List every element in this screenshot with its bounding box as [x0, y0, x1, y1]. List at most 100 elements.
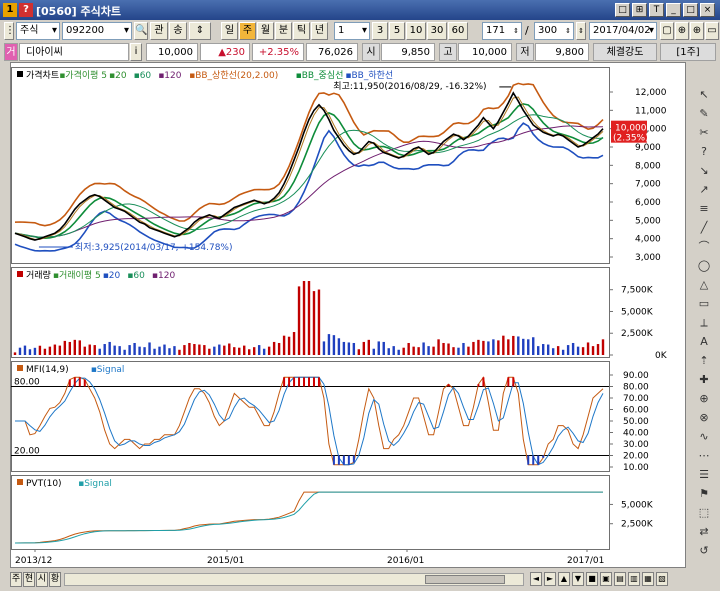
draw-tool-4-icon[interactable]: ↘	[694, 162, 714, 180]
period-minute[interactable]: 분	[275, 22, 292, 40]
stock-code-input[interactable]: 092200 ▾	[62, 22, 132, 40]
draw-tool-2-icon[interactable]: ✂	[694, 124, 714, 142]
period-stepper-icon[interactable]: ⇕	[189, 22, 211, 40]
chart-ctrl-5-icon[interactable]: ▣	[600, 572, 612, 586]
chart-ctrl-8-icon[interactable]: ▦	[642, 572, 654, 586]
vol-bar	[178, 349, 181, 355]
count-total-input[interactable]: 300 ⇕	[534, 22, 574, 40]
draw-tool-19-icon[interactable]: ⋯	[694, 447, 714, 465]
chart-ctrl-3-icon[interactable]: ▼	[572, 572, 584, 586]
low-annotation: 최저:3,925(2014/03/17, +154.78%)	[75, 242, 233, 253]
period-year[interactable]: 년	[311, 22, 328, 40]
last-price-label: 10,000	[615, 124, 647, 134]
mfi-lower-label: 20.00	[14, 447, 40, 457]
tool-2-icon[interactable]: ⊕	[675, 22, 689, 40]
market-select[interactable]: 주식 ▾	[16, 22, 60, 40]
tab-status[interactable]: 황	[49, 572, 61, 587]
tab-current[interactable]: 현	[23, 572, 35, 587]
draw-tool-17-icon[interactable]: ⊗	[694, 409, 714, 427]
maximize-button[interactable]: □	[683, 3, 698, 17]
vol-bar	[228, 343, 231, 355]
chart-ctrl-4-icon[interactable]: ■	[586, 572, 598, 586]
info-button[interactable]: i	[130, 43, 142, 61]
quick-10[interactable]: 10	[406, 22, 426, 40]
draw-tool-7-icon[interactable]: ╱	[694, 219, 714, 237]
draw-tool-18-icon[interactable]: ∿	[694, 428, 714, 446]
draw-tool-12-icon[interactable]: ⟂	[694, 314, 714, 332]
minimize-button[interactable]: _	[666, 3, 681, 17]
close-button[interactable]: ×	[700, 3, 715, 17]
draw-tool-20-icon[interactable]: ☰	[694, 466, 714, 484]
period-week[interactable]: 주	[239, 22, 256, 40]
tab-weekly[interactable]: 주	[10, 572, 22, 587]
vol-bar	[507, 339, 510, 355]
draw-tool-9-icon[interactable]: ◯	[694, 257, 714, 275]
vol-bar	[203, 345, 206, 355]
vol-bar	[571, 342, 575, 355]
mfi-legend-swatch	[17, 365, 23, 371]
interval-select[interactable]: 1 ▾	[334, 22, 370, 40]
window-btn-3[interactable]: T	[649, 3, 664, 17]
x-label-3: 2017/01	[567, 556, 604, 566]
quick-5[interactable]: 5	[389, 22, 405, 40]
watch-button[interactable]: 관	[150, 22, 168, 40]
window-btn-2[interactable]: ⊞	[632, 3, 647, 17]
period-tick[interactable]: 틱	[293, 22, 310, 40]
period-month[interactable]: 월	[257, 22, 274, 40]
chart-ctrl-0-icon[interactable]: ◄	[530, 572, 542, 586]
chart-area[interactable]: 가격차트 ▪가격이평 5 ▪20 ▪60 ▪120 ▪BB_상한선(20,2.00) ▪BB…	[10, 62, 686, 568]
draw-tool-8-icon[interactable]: ⌒	[694, 238, 714, 256]
bb-middle-line	[14, 103, 604, 240]
tool-3-icon[interactable]: ⊕	[690, 22, 704, 40]
tool-4-icon[interactable]: ▭	[705, 22, 719, 40]
vol-bar	[422, 342, 425, 355]
period-day[interactable]: 일	[221, 22, 238, 40]
window-btn-1[interactable]: □	[615, 3, 630, 17]
scroll-thumb[interactable]	[425, 575, 505, 584]
count-stepper-icon[interactable]: ⇕	[576, 22, 586, 40]
draw-tool-1-icon[interactable]: ✎	[694, 105, 714, 123]
vol-bar	[148, 342, 151, 355]
count-display-input[interactable]: 171 ⇕	[482, 22, 522, 40]
date-input[interactable]: 2017/04/02 ▾	[589, 22, 657, 40]
app-icon[interactable]: 1	[3, 3, 17, 17]
draw-tool-13-icon[interactable]: A	[694, 333, 714, 351]
draw-tool-16-icon[interactable]: ⊕	[694, 390, 714, 408]
tool-1-icon[interactable]: ▢	[660, 22, 674, 40]
draw-tool-3-icon[interactable]: ?	[694, 143, 714, 161]
draw-tool-21-icon[interactable]: ⚑	[694, 485, 714, 503]
vol-bar	[581, 347, 585, 355]
draw-tool-23-icon[interactable]: ⇄	[694, 523, 714, 541]
horizontal-scrollbar[interactable]	[64, 573, 524, 586]
draw-tool-24-icon[interactable]: ↺	[694, 542, 714, 560]
draw-tool-15-icon[interactable]: ✚	[694, 371, 714, 389]
send-button[interactable]: 송	[169, 22, 187, 40]
chart-ctrl-9-icon[interactable]: ▧	[656, 572, 668, 586]
quick-3[interactable]: 3	[372, 22, 388, 40]
vol-bar	[248, 349, 251, 355]
quick-60[interactable]: 60	[448, 22, 468, 40]
draw-tool-5-icon[interactable]: ↗	[694, 181, 714, 199]
tab-market[interactable]: 시	[36, 572, 48, 587]
chart-ctrl-7-icon[interactable]: ▥	[628, 572, 640, 586]
help-icon[interactable]: ?	[19, 3, 33, 17]
chart-ctrl-1-icon[interactable]: ►	[544, 572, 556, 586]
draw-tool-0-icon[interactable]: ↖	[694, 86, 714, 104]
chart-ctrl-6-icon[interactable]: ▤	[614, 572, 626, 586]
vol-bar	[277, 342, 281, 355]
vol-bar	[537, 346, 540, 355]
draw-tool-10-icon[interactable]: △	[694, 276, 714, 294]
ma60-line	[14, 114, 604, 238]
draw-tool-11-icon[interactable]: ▭	[694, 295, 714, 313]
chart-svg[interactable]: 가격차트 ▪가격이평 5 ▪20 ▪60 ▪120 ▪BB_상한선(20,2.00) ▪BB…	[11, 63, 687, 569]
draw-tool-22-icon[interactable]: ⬚	[694, 504, 714, 522]
vol-bar	[43, 348, 47, 355]
draw-tool-6-icon[interactable]: ≡	[694, 200, 714, 218]
quick-30[interactable]: 30	[427, 22, 447, 40]
chart-ctrl-2-icon[interactable]: ▲	[558, 572, 570, 586]
drag-handle-icon[interactable]: ⋮	[4, 22, 15, 40]
vol-bar	[168, 348, 171, 355]
pvt-tick-0: 5,000K	[621, 500, 654, 510]
draw-tool-14-icon[interactable]: ⇡	[694, 352, 714, 370]
search-icon[interactable]: 🔍	[134, 22, 148, 40]
